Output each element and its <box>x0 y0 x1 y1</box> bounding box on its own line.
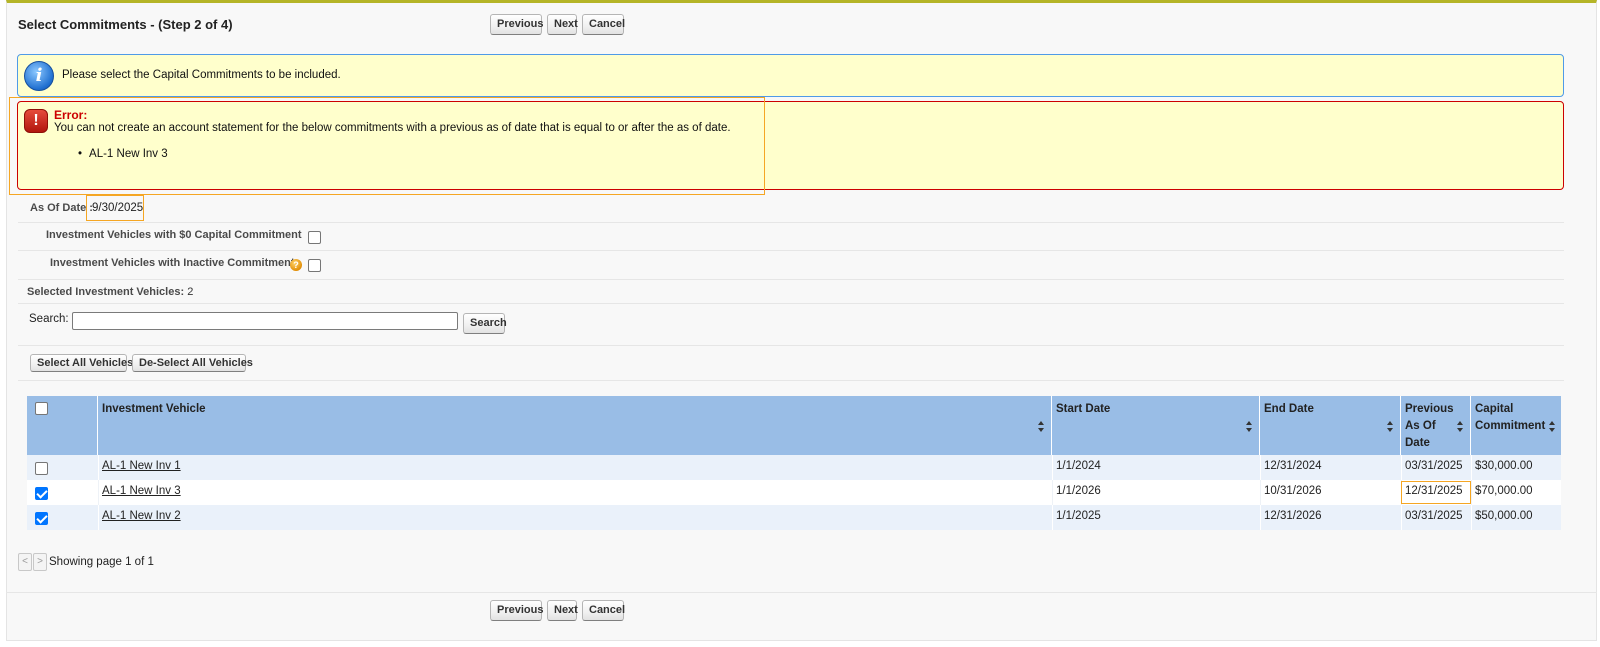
column-label: Investment Vehicle <box>102 403 206 415</box>
column-header-end-date[interactable]: End Date <box>1260 396 1401 455</box>
column-label: End Date <box>1264 403 1314 415</box>
table-row: AL-1 New Inv 3 1/1/2026 10/31/2026 12/31… <box>27 480 1561 505</box>
column-header-investment-vehicle[interactable]: Investment Vehicle <box>98 396 1052 455</box>
sort-icon[interactable] <box>1038 421 1045 432</box>
next-button-bottom[interactable]: Next <box>547 600 578 621</box>
end-date-cell: 12/31/2024 <box>1264 460 1322 472</box>
info-icon: i <box>24 61 54 91</box>
search-button[interactable]: Search <box>463 313 507 334</box>
inactive-commitments-checkbox[interactable] <box>308 259 321 272</box>
investment-vehicle-link[interactable]: AL-1 New Inv 2 <box>102 510 181 522</box>
column-header-previous-as-of-date[interactable]: Previous As Of Date <box>1401 396 1471 455</box>
column-label: Capital <box>1475 403 1514 415</box>
as-of-date-value: 9/30/2025 <box>92 202 144 214</box>
info-message-text: Please select the Capital Commitments to… <box>62 69 341 81</box>
help-icon[interactable]: ? <box>290 259 302 271</box>
column-label: Previous <box>1405 403 1454 415</box>
previous-as-of-date-cell: 03/31/2025 <box>1405 460 1463 472</box>
column-label: Date <box>1405 437 1430 449</box>
end-date-cell: 12/31/2026 <box>1264 510 1322 522</box>
investment-vehicle-link[interactable]: AL-1 New Inv 1 <box>102 460 181 472</box>
previous-as-of-date-cell: 12/31/2025 <box>1405 485 1463 497</box>
capital-commitment-cell: $30,000.00 <box>1475 460 1533 472</box>
selected-vehicles-label: Selected Investment Vehicles: <box>27 286 185 298</box>
previous-button-top[interactable]: Previous <box>490 14 543 35</box>
sort-icon[interactable] <box>1387 421 1394 432</box>
cancel-button-bottom[interactable]: Cancel <box>582 600 625 621</box>
row-checkbox[interactable] <box>35 487 48 500</box>
divider <box>18 250 1564 251</box>
table-row: AL-1 New Inv 2 1/1/2025 12/31/2026 03/31… <box>27 505 1561 530</box>
column-header-capital-commitment[interactable]: Capital Commitment <box>1471 396 1561 455</box>
divider <box>18 303 1564 304</box>
start-date-cell: 1/1/2025 <box>1056 510 1101 522</box>
divider <box>18 345 1564 346</box>
row-checkbox[interactable] <box>35 462 48 475</box>
column-label: Start Date <box>1056 403 1111 415</box>
zero-commitment-label: Investment Vehicles with $0 Capital Comm… <box>46 229 302 241</box>
sort-icon[interactable] <box>1457 421 1464 432</box>
pagination-status: Showing page 1 of 1 <box>49 556 154 568</box>
previous-as-of-date-cell: 03/31/2025 <box>1405 510 1463 522</box>
sort-icon[interactable] <box>1549 421 1556 432</box>
column-header-start-date[interactable]: Start Date <box>1052 396 1260 455</box>
capital-commitment-cell: $70,000.00 <box>1475 485 1533 497</box>
search-label: Search: <box>29 313 69 325</box>
previous-page-button[interactable]: < <box>18 553 32 571</box>
sort-icon[interactable] <box>1246 421 1253 432</box>
divider <box>18 279 1564 280</box>
info-message: i Please select the Capital Commitments … <box>17 54 1564 97</box>
page-title: Select Commitments - (Step 2 of 4) <box>18 17 233 32</box>
next-page-button[interactable]: > <box>33 553 47 571</box>
divider <box>18 380 1564 381</box>
error-focus-outline <box>9 97 765 195</box>
as-of-date-label: As Of Date <box>30 202 87 214</box>
select-all-header <box>27 396 98 455</box>
cancel-button-top[interactable]: Cancel <box>582 14 625 35</box>
select-all-checkbox[interactable] <box>35 402 48 415</box>
divider <box>18 222 1564 223</box>
row-checkbox[interactable] <box>35 512 48 525</box>
zero-commitment-checkbox[interactable] <box>308 231 321 244</box>
next-button-top[interactable]: Next <box>547 14 578 35</box>
divider <box>6 592 1597 593</box>
column-label: Commitment <box>1475 420 1546 432</box>
search-input[interactable] <box>72 312 458 330</box>
start-date-cell: 1/1/2024 <box>1056 460 1101 472</box>
select-all-vehicles-button[interactable]: Select All Vehicles <box>30 354 133 372</box>
capital-commitment-cell: $50,000.00 <box>1475 510 1533 522</box>
start-date-cell: 1/1/2026 <box>1056 485 1101 497</box>
inactive-commitments-label: Investment Vehicles with Inactive Commit… <box>50 257 301 269</box>
investment-vehicle-link[interactable]: AL-1 New Inv 3 <box>102 485 181 497</box>
deselect-all-vehicles-button[interactable]: De-Select All Vehicles <box>132 354 253 372</box>
previous-button-bottom[interactable]: Previous <box>490 600 543 621</box>
table-row: AL-1 New Inv 1 1/1/2024 12/31/2024 03/31… <box>27 455 1561 480</box>
selected-vehicles-count: 2 <box>187 286 194 298</box>
end-date-cell: 10/31/2026 <box>1264 485 1322 497</box>
